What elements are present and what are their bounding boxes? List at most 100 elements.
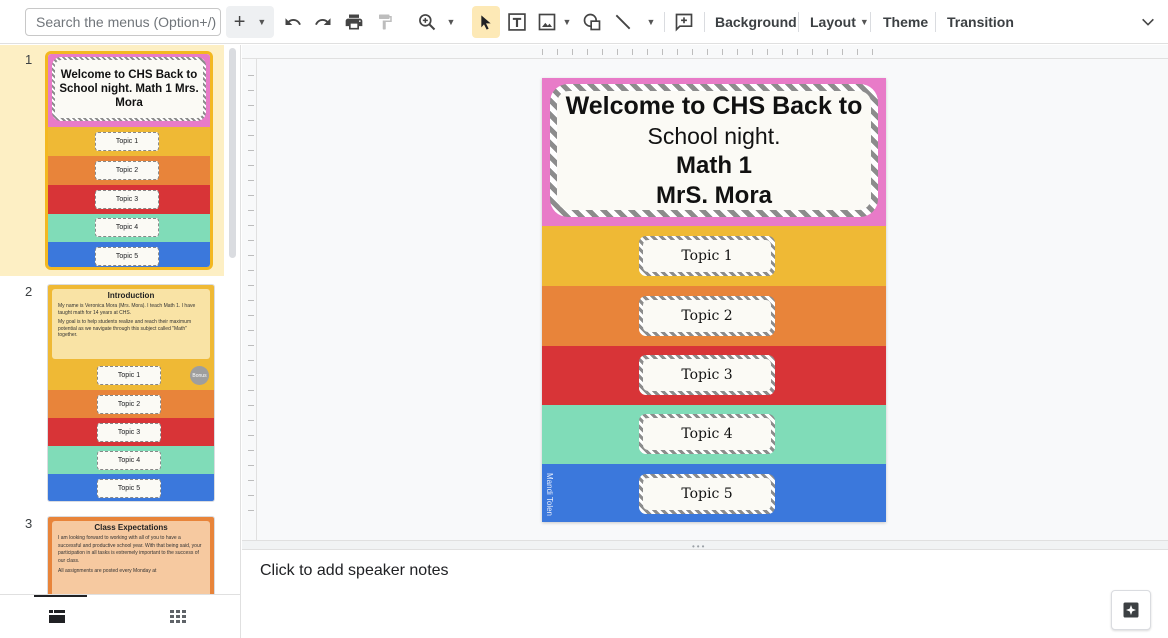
toolbar-divider bbox=[935, 12, 936, 32]
notes-resize-handle[interactable]: ••• bbox=[242, 540, 1168, 551]
print-button[interactable] bbox=[342, 6, 366, 38]
thumb-topic: Topic 3 bbox=[97, 423, 161, 442]
thumb-body: My goal is to help students realize and … bbox=[58, 319, 192, 338]
zoom-button[interactable]: ▼ bbox=[414, 6, 458, 38]
zoom-icon bbox=[418, 14, 435, 31]
thumb-topic: Topic 5 bbox=[95, 247, 159, 266]
thumb-intro-card: Introduction My name is Veronica Mora (M… bbox=[52, 289, 210, 359]
thumb-topic: Topic 4 bbox=[97, 451, 161, 470]
thumb-topic: Topic 5 bbox=[97, 479, 161, 498]
shape-icon bbox=[583, 13, 601, 31]
line-icon bbox=[615, 14, 630, 30]
speaker-notes-panel[interactable]: Click to add speaker notes bbox=[242, 550, 1168, 638]
text-box-button[interactable] bbox=[505, 6, 529, 38]
collapse-toolbar-button[interactable] bbox=[1136, 6, 1160, 38]
slide-number: 1 bbox=[25, 52, 33, 67]
layout-button[interactable]: Layout ▼ bbox=[810, 6, 869, 38]
list-view-icon bbox=[49, 610, 65, 623]
filmstrip: 1 Welcome to CHS Back to School night. M… bbox=[0, 45, 241, 638]
toolbar-divider bbox=[870, 12, 871, 32]
title-text-box: Welcome to CHS Back to School night. Mat… bbox=[557, 91, 871, 210]
filmstrip-view-button[interactable] bbox=[49, 610, 65, 629]
title-line: MrS. Mora bbox=[655, 181, 772, 209]
cursor-icon bbox=[481, 15, 491, 30]
plus-icon: + bbox=[233, 10, 246, 33]
topic-label: Topic 4 bbox=[643, 418, 771, 450]
slide-thumbnail-2[interactable]: Introduction My name is Veronica Mora (M… bbox=[47, 284, 215, 502]
toolbar-divider bbox=[704, 12, 705, 32]
ruler-border bbox=[256, 58, 257, 540]
line-button[interactable]: ▼ bbox=[612, 6, 656, 38]
filmstrip-scrollbar[interactable] bbox=[229, 48, 236, 258]
title-line: School night. bbox=[647, 122, 781, 149]
thumb-topic: Topic 3 bbox=[95, 190, 159, 209]
paint-format-button[interactable] bbox=[373, 6, 397, 38]
chevron-down-icon bbox=[1142, 18, 1154, 26]
slide-number: 2 bbox=[25, 284, 33, 299]
thumb-header: Introduction My name is Veronica Mora (M… bbox=[48, 285, 214, 361]
thumb-title-card: Welcome to CHS Back to School night. Mat… bbox=[52, 57, 206, 121]
slide-thumbnail-1[interactable]: Welcome to CHS Back to School night. Mat… bbox=[45, 51, 213, 270]
print-icon bbox=[345, 14, 363, 30]
new-slide-button[interactable]: + ▼ bbox=[226, 6, 274, 38]
thumb-title: Introduction bbox=[107, 291, 155, 300]
redo-icon bbox=[315, 18, 331, 25]
topic-5-button[interactable]: Topic 5 bbox=[639, 474, 775, 514]
chevron-down-icon: ▼ bbox=[859, 17, 869, 27]
chevron-down-icon: ▼ bbox=[646, 17, 656, 27]
topic-3-button[interactable]: Topic 3 bbox=[639, 355, 775, 395]
background-button[interactable]: Background bbox=[715, 6, 797, 38]
thumb-title: Class Expectations bbox=[94, 523, 168, 532]
chevron-down-icon: ▼ bbox=[446, 17, 456, 27]
chevron-down-icon: ▼ bbox=[562, 17, 572, 27]
topic-label: Topic 1 bbox=[643, 240, 771, 272]
topic-2-button[interactable]: Topic 2 bbox=[639, 296, 775, 336]
add-comment-icon bbox=[675, 13, 693, 32]
redo-button[interactable] bbox=[311, 6, 335, 38]
thumb-topic: Topic 2 bbox=[95, 161, 159, 180]
active-view-indicator bbox=[34, 595, 87, 597]
insert-image-button[interactable]: ▼ bbox=[535, 6, 573, 38]
text-box-icon bbox=[508, 13, 526, 31]
filmstrip-view-switcher bbox=[0, 594, 240, 638]
thumb-body: All assignments are posted every Monday … bbox=[58, 568, 157, 574]
grid-view-button[interactable] bbox=[170, 610, 186, 629]
comment-button[interactable] bbox=[672, 6, 696, 38]
chevron-down-icon: ▼ bbox=[257, 17, 267, 27]
select-tool-button[interactable] bbox=[472, 6, 500, 38]
horizontal-ruler[interactable] bbox=[542, 45, 886, 57]
topic-label: Topic 2 bbox=[643, 300, 771, 332]
thumb-topic: Topic 1 bbox=[97, 366, 161, 385]
toolbar-divider bbox=[798, 12, 799, 32]
title-line: Welcome to CHS Back to bbox=[565, 91, 863, 120]
topic-label: Topic 5 bbox=[643, 478, 771, 510]
topic-4-button[interactable]: Topic 4 bbox=[639, 414, 775, 454]
grid-view-icon bbox=[170, 610, 186, 623]
image-icon bbox=[538, 13, 555, 31]
topic-label: Topic 3 bbox=[643, 359, 771, 391]
thumb-badge: Bonus bbox=[190, 366, 209, 385]
layout-label: Layout bbox=[810, 14, 856, 30]
thumb-title: Welcome to CHS Back to School night. Mat… bbox=[55, 60, 203, 118]
toolbar-divider bbox=[664, 12, 665, 32]
thumb-header: Welcome to CHS Back to School night. Mat… bbox=[48, 54, 210, 127]
title-card[interactable]: Welcome to CHS Back to School night. Mat… bbox=[550, 84, 878, 217]
title-line: Math 1 bbox=[675, 151, 752, 179]
transition-button[interactable]: Transition bbox=[947, 6, 1014, 38]
toolbar: + ▼ ▼ ▼ ▼ Background Layout ▼ bbox=[0, 0, 1168, 44]
search-menus-input[interactable] bbox=[25, 8, 221, 36]
current-slide[interactable]: Welcome to CHS Back to School night. Mat… bbox=[542, 78, 886, 522]
topic-1-button[interactable]: Topic 1 bbox=[639, 236, 775, 276]
thumb-topic: Topic 1 bbox=[95, 132, 159, 151]
explore-button[interactable] bbox=[1111, 590, 1151, 630]
shape-button[interactable] bbox=[580, 6, 604, 38]
paint-format-icon bbox=[379, 14, 392, 30]
theme-button[interactable]: Theme bbox=[883, 6, 928, 38]
thumb-topic: Topic 2 bbox=[97, 395, 161, 414]
undo-button[interactable] bbox=[281, 6, 305, 38]
speaker-notes-placeholder[interactable]: Click to add speaker notes bbox=[260, 562, 449, 580]
slide-canvas[interactable]: Welcome to CHS Back to School night. Mat… bbox=[242, 45, 1168, 540]
slide-number: 3 bbox=[25, 516, 33, 531]
thumb-topic: Topic 4 bbox=[95, 218, 159, 237]
vertical-ruler[interactable] bbox=[244, 75, 256, 515]
